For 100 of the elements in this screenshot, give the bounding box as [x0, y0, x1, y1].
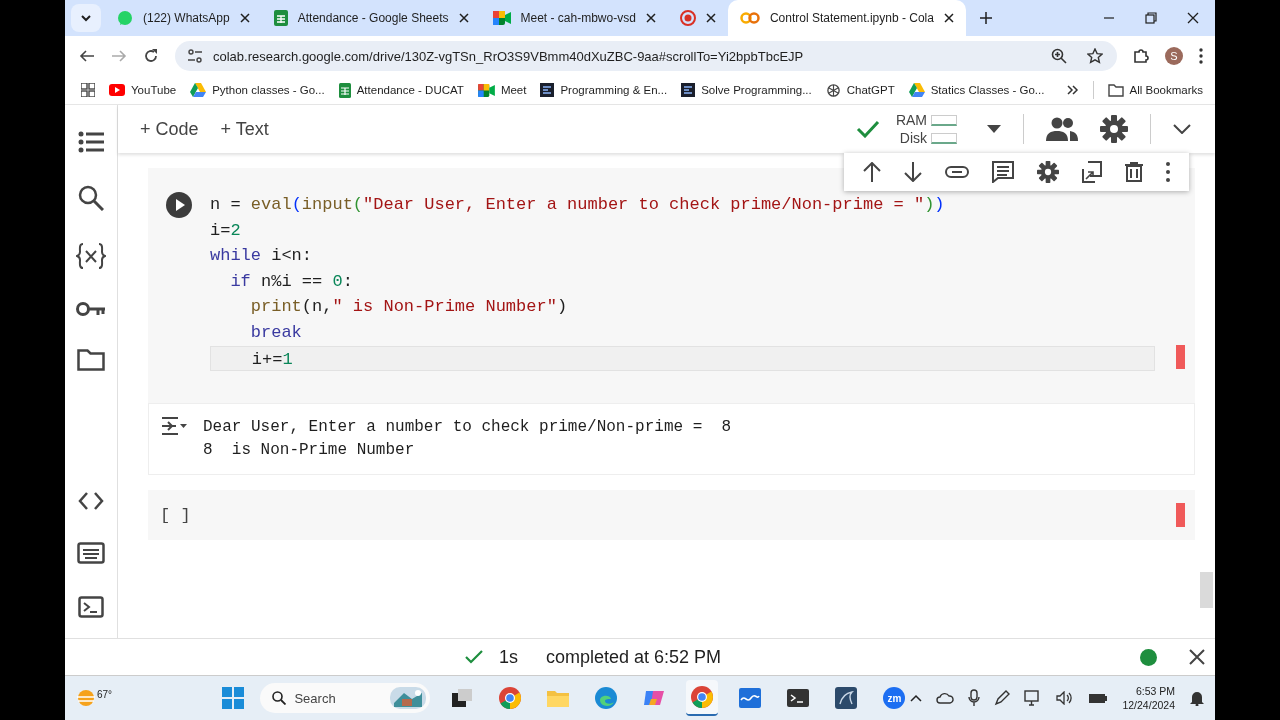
search-icon	[272, 691, 287, 705]
trash-icon[interactable]	[1124, 162, 1143, 182]
microphone-icon[interactable]	[968, 689, 981, 707]
zoom-icon[interactable]	[1051, 48, 1067, 64]
empty-code-cell[interactable]: [ ]	[148, 490, 1195, 540]
bookmark-link[interactable]: Solve Programming...	[681, 83, 812, 97]
tab-title: Attendance - Google Sheets	[297, 11, 449, 25]
new-tab-icon[interactable]	[979, 12, 992, 24]
dolphin-app-icon	[835, 687, 858, 709]
restore-icon[interactable]	[1145, 12, 1157, 24]
terminal-icon[interactable]	[78, 596, 104, 618]
disk-meter	[931, 132, 957, 144]
dark-square-icon	[681, 83, 696, 97]
settings-icon[interactable]	[1036, 161, 1059, 183]
add-text-button[interactable]: + Text	[220, 118, 269, 140]
record-icon	[679, 10, 696, 26]
dropdown-icon[interactable]	[987, 125, 1001, 133]
profile-avatar[interactable]: S	[1165, 47, 1183, 65]
arrow-down-icon[interactable]	[904, 162, 923, 182]
terminal-icon	[787, 689, 810, 707]
battery-icon[interactable]	[1088, 692, 1109, 704]
output-toggle-icon[interactable]	[161, 416, 187, 436]
reload-icon[interactable]	[143, 48, 159, 64]
bookmark-star-icon[interactable]	[1087, 48, 1103, 64]
bookmark-link[interactable]: Programming & En...	[540, 83, 668, 97]
browser-tab[interactable]: Meet - cah-mbwo-vsd	[480, 0, 668, 36]
ram-meter	[931, 114, 957, 126]
taskbar-app[interactable]: zm	[878, 680, 911, 716]
bookmark-link[interactable]: YouTube	[109, 84, 177, 96]
browser-icon	[499, 687, 522, 709]
error-marker	[1176, 503, 1185, 527]
video-camera-icon	[477, 83, 495, 97]
address-field[interactable]: colab.research.google.com/drive/130Z-vgTSn_RrO3S9VBmm40dXuZBC-9aa#scrollTo=Yi2bpbTbcEJP	[175, 41, 1117, 71]
code-line: i=2	[210, 219, 242, 242]
code-brackets-icon[interactable]	[78, 492, 104, 510]
close-icon[interactable]	[705, 13, 716, 23]
bookmark-link[interactable]: ChatGPT	[825, 82, 895, 98]
weather-widget[interactable]: 67°	[75, 689, 163, 707]
search-icon[interactable]	[78, 185, 104, 211]
puzzle-piece-icon[interactable]	[1133, 48, 1149, 64]
browser-tab[interactable]: Control Statement.ipynb - Cola	[727, 0, 966, 36]
key-icon[interactable]	[76, 301, 106, 317]
more-options-icon[interactable]	[1165, 162, 1170, 182]
spreadsheet-icon	[273, 10, 288, 26]
code-cell[interactable]: n = eval(input("Dear User, Enter a number to check prime/Non-prime = ")) i=2 while i<n: if n%i == 0: print(n," is Non-Prime Number") break i+=1	[148, 168, 1195, 404]
close-icon[interactable]	[239, 13, 250, 23]
add-code-button[interactable]: + Code	[140, 118, 199, 140]
browser-tab[interactable]: Attendance - Google Sheets	[261, 0, 481, 36]
bookmark-link[interactable]: Python classes - Go...	[190, 83, 325, 97]
triangle-logo-icon	[908, 83, 925, 97]
start-menu-icon[interactable]	[222, 687, 245, 709]
link-icon[interactable]	[945, 166, 970, 178]
variables-icon[interactable]	[76, 243, 106, 269]
pen-icon[interactable]	[994, 690, 1011, 706]
chevrons-icon[interactable]	[1066, 85, 1079, 95]
close-icon[interactable]	[458, 13, 469, 23]
bookmark-link[interactable]: Meet	[477, 83, 527, 97]
table-of-contents-icon[interactable]	[78, 131, 104, 153]
output-line: Dear User, Enter a number to check prime/Non-prime = 8	[203, 417, 732, 438]
bookmark-link[interactable]: Statics Classes - Go...	[908, 83, 1045, 97]
code-line: print(n," is Non-Prime Number")	[249, 296, 569, 319]
speaker-icon[interactable]	[1056, 691, 1075, 705]
notification-bell-icon[interactable]	[1189, 690, 1205, 706]
close-icon[interactable]	[1189, 649, 1205, 665]
back-icon[interactable]	[79, 48, 95, 64]
folder-icon	[1107, 83, 1124, 97]
arrow-up-icon[interactable]	[863, 162, 882, 182]
clock[interactable]: 6:53 PM 12/24/2024	[1122, 684, 1175, 712]
site-settings-icon[interactable]	[187, 48, 203, 64]
all-bookmarks-button[interactable]: All Bookmarks	[1107, 83, 1203, 97]
close-icon[interactable]	[645, 13, 656, 23]
apps-grid-icon[interactable]	[81, 83, 95, 97]
keyboard-icon[interactable]	[77, 542, 105, 564]
more-menu-icon[interactable]	[1199, 48, 1203, 64]
duration-text: 1s	[499, 646, 518, 668]
chevron-up-icon[interactable]	[910, 694, 923, 702]
play-logo-icon	[109, 84, 125, 96]
ram-label: RAM	[895, 112, 927, 128]
scrollbar-thumb[interactable]	[1200, 572, 1213, 608]
cloud-icon[interactable]	[936, 692, 955, 704]
tab-title: (122) WhatsApp	[143, 11, 230, 25]
close-icon[interactable]	[943, 13, 954, 23]
mirror-cell-icon[interactable]	[1081, 161, 1102, 183]
collapse-chevron-icon[interactable]	[1173, 124, 1191, 134]
folder-icon[interactable]	[77, 349, 105, 371]
code-line: n = eval(input("Dear User, Enter a number to check prime/Non-prime = "))	[210, 194, 946, 216]
window-stack-icon	[452, 689, 473, 707]
chevron-down-icon	[80, 12, 92, 24]
wave-app-icon	[739, 688, 762, 708]
comment-icon[interactable]	[992, 161, 1015, 183]
people-icon[interactable]	[1046, 117, 1078, 141]
close-icon[interactable]	[1187, 12, 1199, 24]
taskbar-search-field[interactable]: Search	[260, 683, 431, 713]
run-button-icon[interactable]	[166, 192, 192, 218]
linked-rings-icon	[739, 12, 760, 24]
browser-tab[interactable]: (122) WhatsApp	[105, 0, 262, 36]
settings-icon[interactable]	[1100, 115, 1128, 143]
bookmark-link[interactable]: Attendance - DUCAT	[338, 82, 464, 98]
tab-search-button[interactable]	[71, 4, 101, 32]
run-count-label[interactable]: [ ]	[160, 505, 191, 525]
